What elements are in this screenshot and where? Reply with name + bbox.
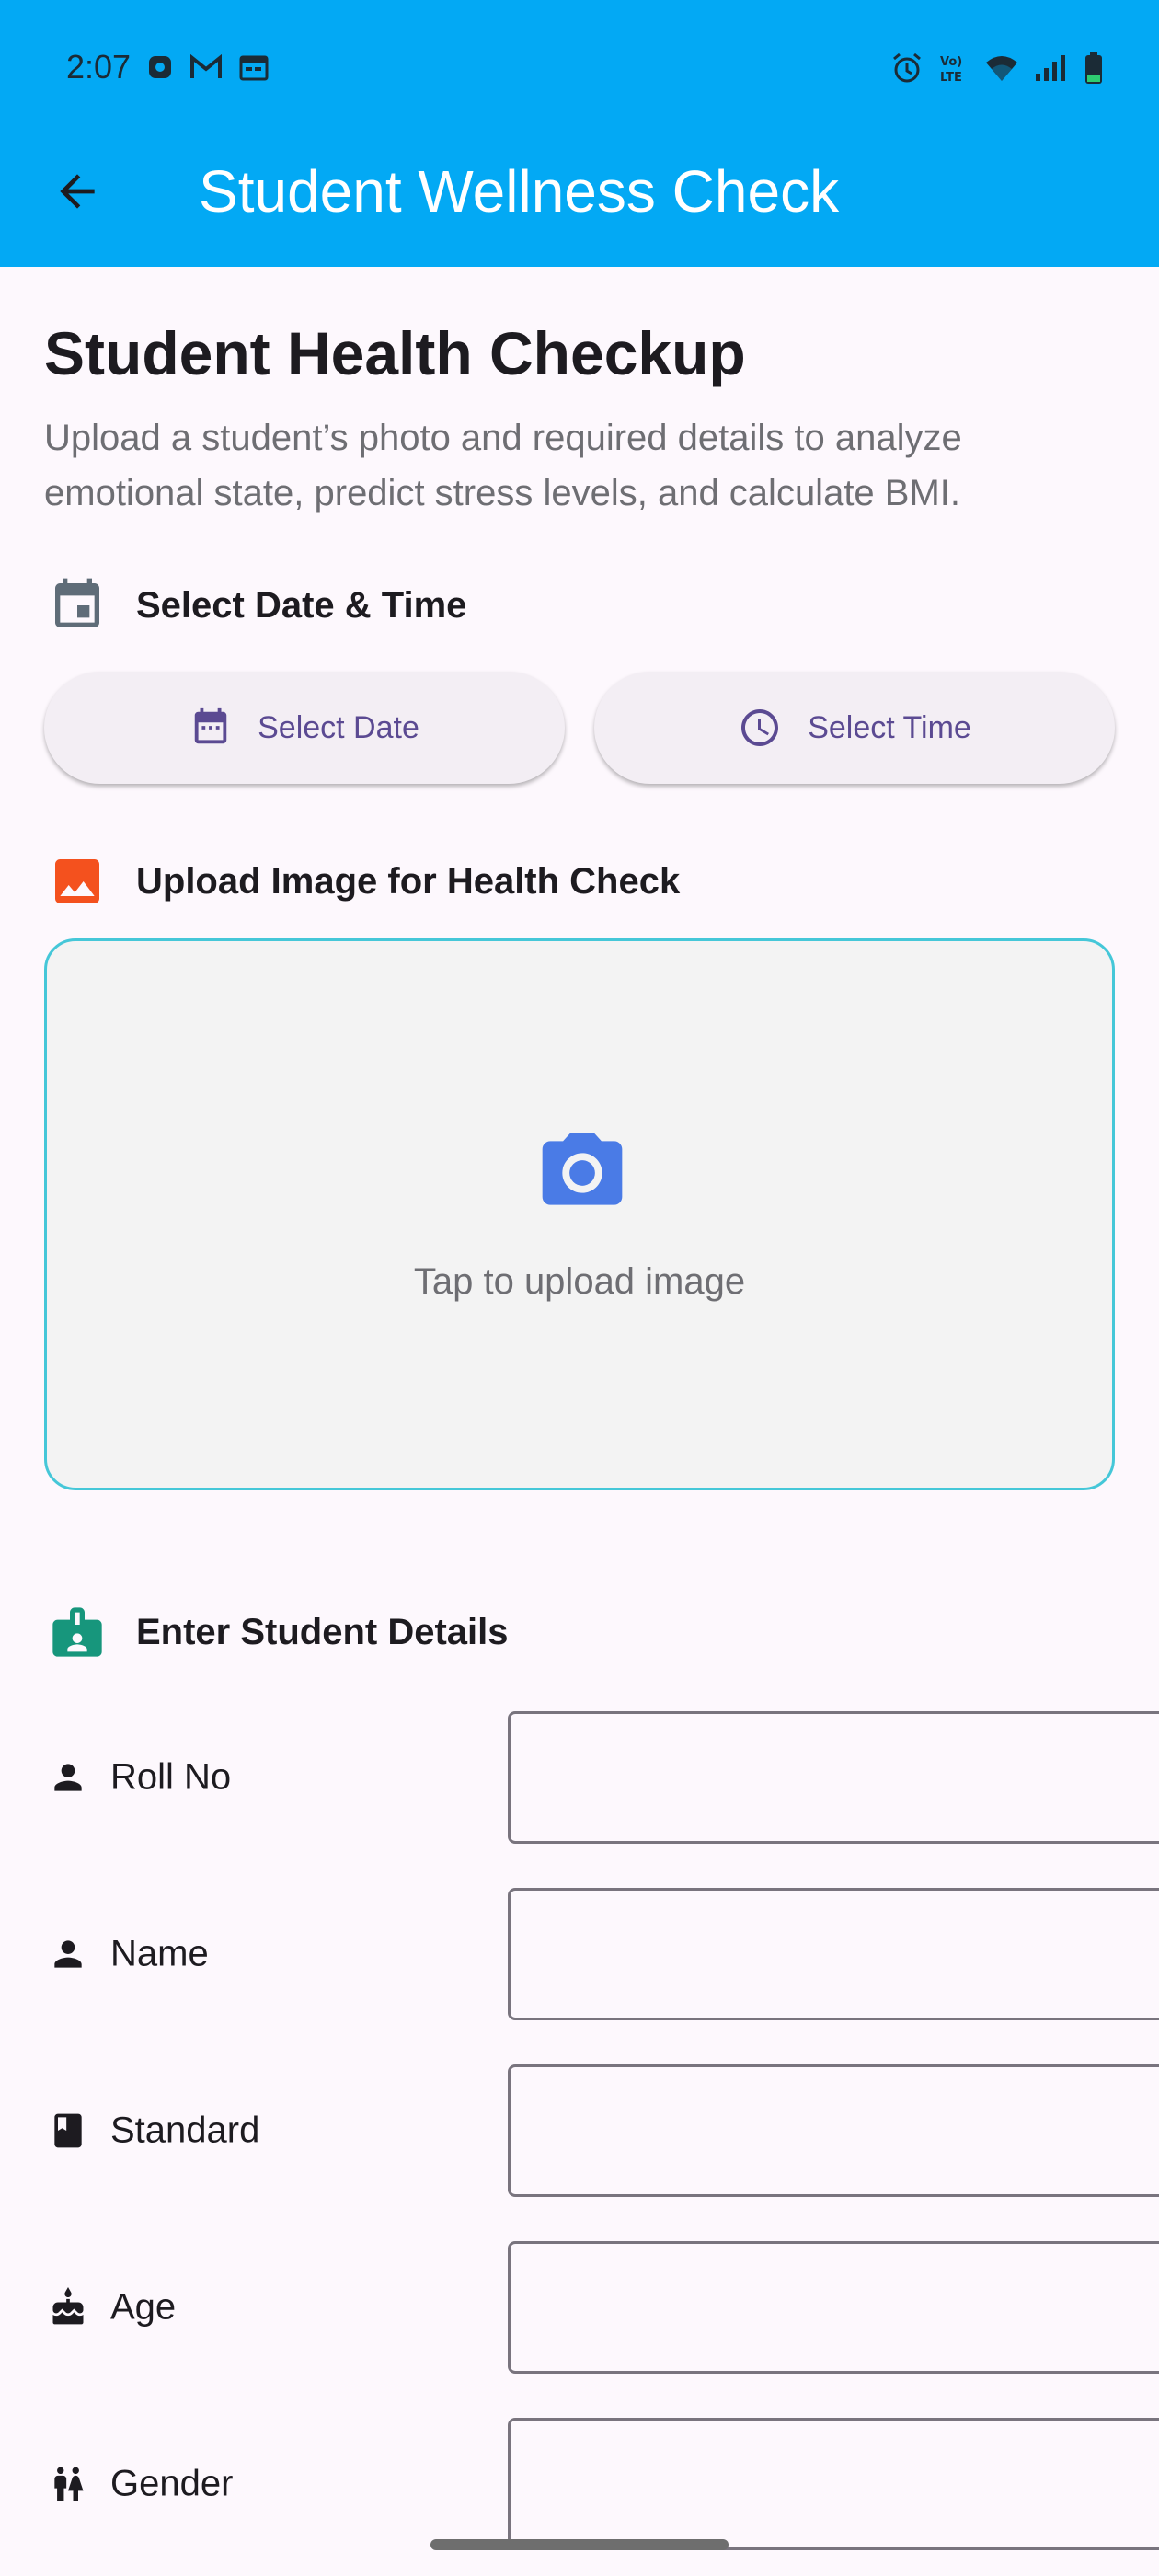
upload-image-area[interactable]: Tap to upload image <box>44 938 1115 1490</box>
svg-text:Vo): Vo) <box>940 55 962 69</box>
clock-icon <box>741 709 779 746</box>
select-time-button[interactable]: Select Time <box>594 672 1115 784</box>
status-notification-icons <box>147 53 269 81</box>
page-title: Student Health Checkup <box>44 319 746 387</box>
select-time-label: Select Time <box>808 709 971 745</box>
signal-icon <box>1036 55 1065 81</box>
calendar-today-icon <box>194 707 227 744</box>
home-indicator[interactable] <box>430 2539 729 2550</box>
details-section-title: Enter Student Details <box>136 1611 509 1652</box>
gmail-icon <box>190 54 222 78</box>
date-time-section-header: Select Date & Time <box>48 576 466 635</box>
gender-row: Gender <box>0 2418 1159 2550</box>
cake-icon <box>52 2287 84 2325</box>
wifi-icon <box>986 56 1017 81</box>
age-row: Age <box>0 2241 1159 2374</box>
roll-no-label: Roll No <box>110 1756 232 1798</box>
select-date-label: Select Date <box>258 709 419 745</box>
contact-badge-icon <box>52 1607 102 1657</box>
screen: 2:07 Vo) LTE Student Wellness Check Stude… <box>0 0 1159 2576</box>
upload-section-title: Upload Image for Health Check <box>136 860 681 902</box>
select-date-button[interactable]: Select Date <box>44 672 565 784</box>
svg-text:LTE: LTE <box>940 71 962 85</box>
gender-input[interactable] <box>508 2418 1159 2550</box>
person-icon <box>54 1940 82 1968</box>
app-bar-title: Student Wellness Check <box>199 158 840 224</box>
arrow-back-icon <box>60 174 95 209</box>
image-icon <box>55 859 99 903</box>
page-description: Upload a student’s photo and required de… <box>44 418 962 513</box>
upload-prompt: Tap to upload image <box>413 1261 746 1302</box>
book-icon <box>54 2113 82 2148</box>
battery-icon <box>1085 52 1102 84</box>
standard-input[interactable] <box>508 2064 1159 2197</box>
name-label: Name <box>110 1933 209 1974</box>
alarm-icon <box>893 52 921 83</box>
status-system-icons: Vo) LTE <box>890 52 1104 85</box>
age-input[interactable] <box>508 2241 1159 2374</box>
date-time-section-title: Select Date & Time <box>136 584 467 626</box>
calendar-icon <box>239 55 269 81</box>
person-icon <box>54 1764 82 1791</box>
name-row: Name <box>0 1888 1159 2020</box>
app-notification-icon <box>149 56 171 78</box>
volte-icon: Vo) LTE <box>940 55 962 85</box>
camera-icon <box>542 1133 623 1205</box>
details-section-header: Enter Student Details <box>48 1603 509 1662</box>
back-button[interactable] <box>40 155 114 228</box>
roll-no-input[interactable] <box>508 1711 1159 1844</box>
roll-no-row: Roll No <box>0 1711 1159 1844</box>
calendar-icon <box>55 578 99 627</box>
status-time: 2:07 <box>66 48 132 86</box>
standard-label: Standard <box>110 2110 260 2151</box>
upload-section-header: Upload Image for Health Check <box>48 852 680 911</box>
gender-label: Gender <box>110 2463 234 2504</box>
standard-row: Standard <box>0 2064 1159 2197</box>
name-input[interactable] <box>508 1888 1159 2020</box>
wc-icon <box>54 2467 84 2501</box>
app-bar: 2:07 Vo) LTE Student Wellness Check <box>0 0 1159 267</box>
age-label: Age <box>110 2286 177 2328</box>
